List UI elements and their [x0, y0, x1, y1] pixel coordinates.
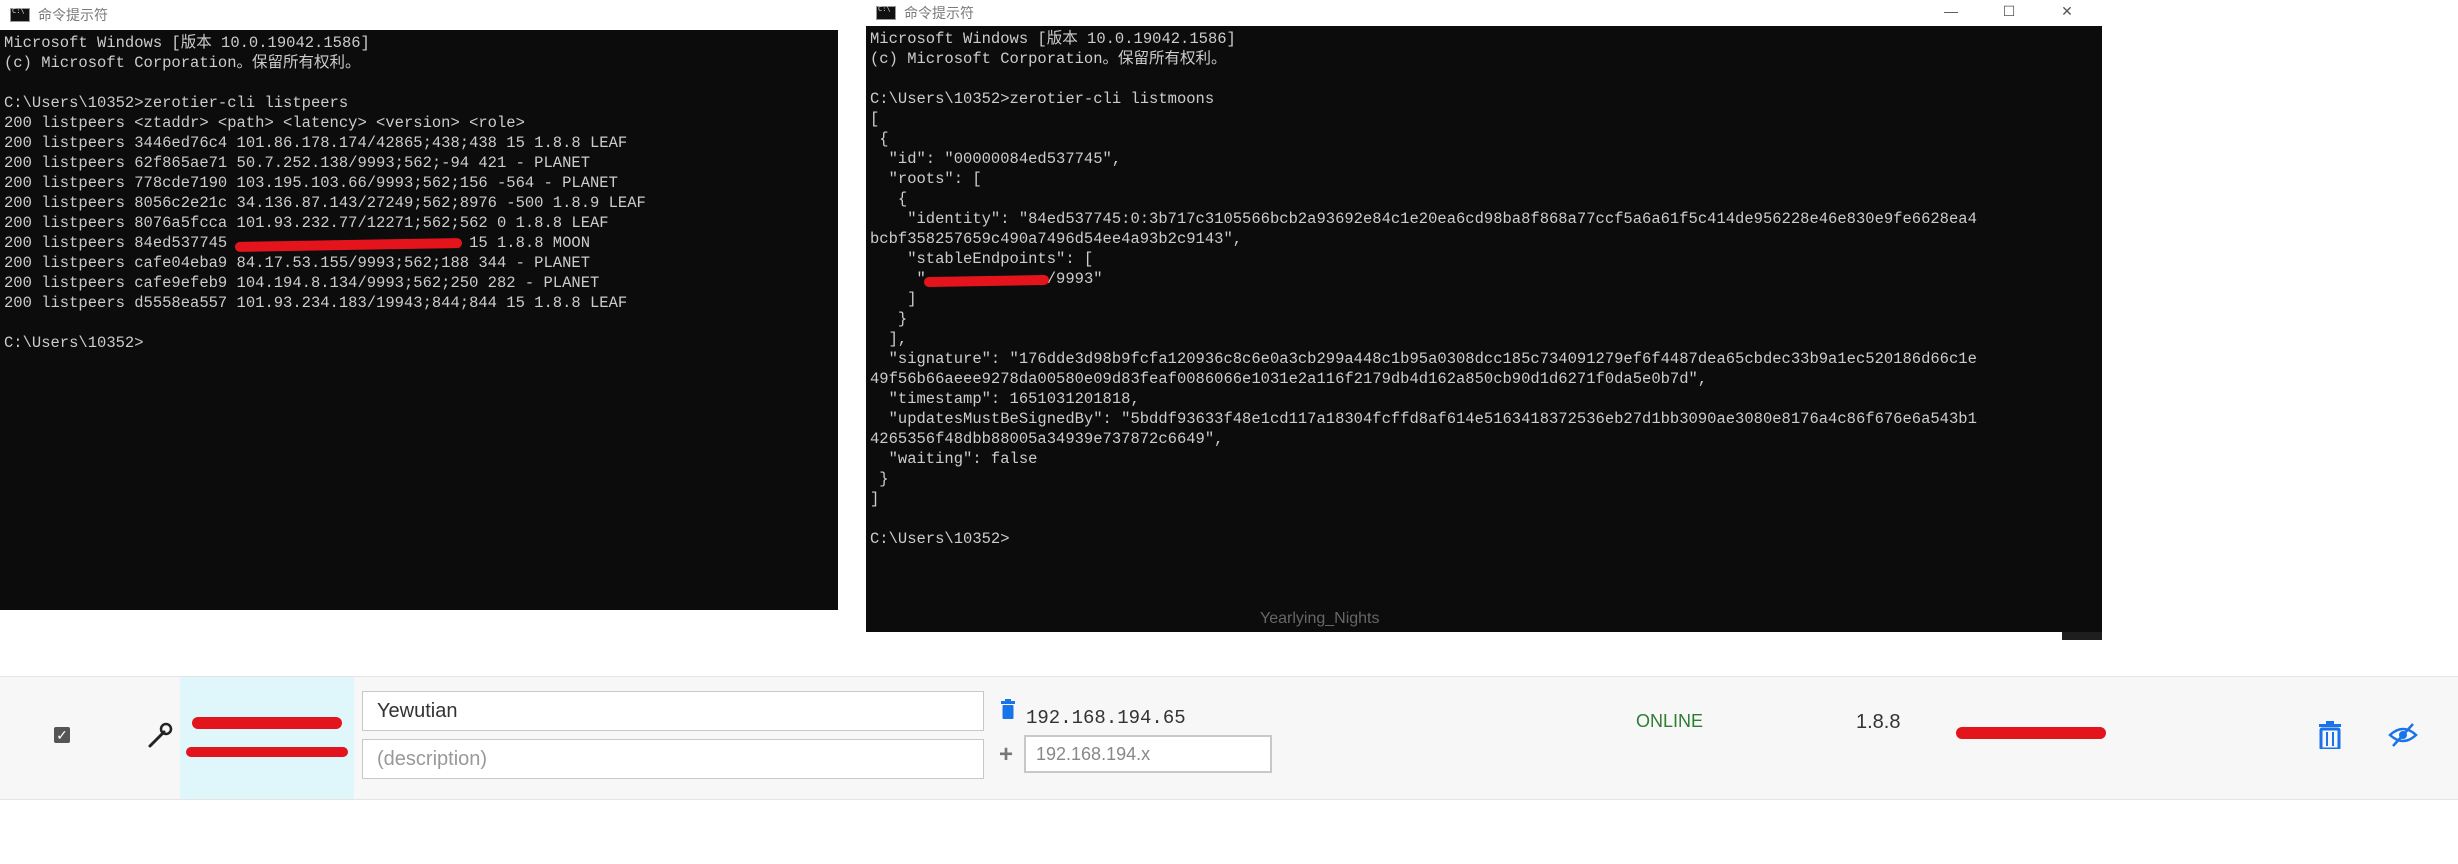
redaction-mark — [926, 270, 1047, 288]
member-name-value: Yewutian — [377, 699, 458, 722]
console-line: 200 listpeers cafe9efeb9 104.194.8.134/9… — [4, 274, 600, 292]
close-button[interactable]: ✕ — [2038, 0, 2096, 26]
console-line: "roots": [ — [870, 170, 982, 188]
background-page-text: Yearlying_Nights — [1210, 610, 2110, 640]
console-line: [ — [870, 110, 880, 128]
console-line: C:\Users\10352> — [4, 334, 144, 352]
minimize-button[interactable]: — — [1922, 0, 1980, 26]
console-line: "identity": "84ed537745:0:3b717c3105566b… — [870, 210, 1977, 228]
eye-slash-icon[interactable] — [2388, 721, 2418, 749]
console-line: ] — [870, 290, 917, 308]
console-line: } — [870, 310, 908, 328]
console-line: ], — [870, 330, 908, 348]
console-line: (c) Microsoft Corporation。保留所有权利。 — [4, 54, 361, 72]
console-line: ] — [870, 490, 880, 508]
console-output[interactable]: Microsoft Windows [版本 10.0.19042.1586] (c… — [866, 26, 2102, 632]
authorized-checkbox[interactable]: ✓ — [54, 727, 70, 743]
title-bar[interactable]: 命令提示符 — [0, 0, 838, 30]
console-line: C:\Users\10352> — [870, 530, 1010, 548]
console-line: C:\Users\10352>zerotier-cli listmoons — [870, 90, 1215, 108]
console-line: 200 listpeers <ztaddr> <path> <latency> … — [4, 114, 525, 132]
console-line: { — [870, 190, 908, 208]
console-line: "stableEndpoints": [ — [870, 250, 1094, 268]
console-line: 49f56b66aeee9278da00580e09d83feaf0086066… — [870, 370, 1708, 388]
console-line: "id": "00000084ed537745", — [870, 150, 1122, 168]
trash-icon[interactable] — [1000, 699, 1016, 719]
moon-line-tail: 15 1.8.8 MOON — [459, 234, 591, 252]
managed-ip: 192.168.194.65 — [1026, 707, 1186, 729]
console-line: bcbf358257659c490a7496d54ee4a93b2c9143", — [870, 230, 1243, 248]
ip-placeholder: 192.168.194.x — [1036, 743, 1151, 764]
window-title: 命令提示符 — [904, 5, 974, 21]
console-line: "updatesMustBeSignedBy": "5bddf93633f48e… — [870, 410, 1977, 428]
background-username: Yearlying_Nights — [1260, 610, 1380, 627]
console-line: { — [870, 130, 889, 148]
endpoint-tail: /9993" — [1046, 270, 1103, 288]
client-version: 1.8.8 — [1856, 711, 1901, 733]
console-line: Microsoft Windows [版本 10.0.19042.1586] — [4, 34, 370, 52]
window-title: 命令提示符 — [38, 7, 108, 23]
console-line: C:\Users\10352>zerotier-cli listpeers — [4, 94, 349, 112]
console-line: 200 listpeers 778cde7190 103.195.103.66/… — [4, 174, 618, 192]
member-name-input[interactable]: Yewutian — [362, 691, 984, 731]
console-line: 200 listpeers 84ed537745 15 1.8.8 MOON — [4, 234, 591, 252]
cmd-icon — [10, 7, 30, 22]
console-line: "waiting": false — [870, 450, 1038, 468]
console-line: 200 listpeers 62f865ae71 50.7.252.138/99… — [4, 154, 590, 172]
trash-icon[interactable] — [2318, 721, 2342, 749]
cmd-window-listmoons[interactable]: 命令提示符 — ☐ ✕ Microsoft Windows [版本 10.0.1… — [866, 0, 2102, 632]
console-line: 200 listpeers d5558ea557 101.93.234.183/… — [4, 294, 628, 312]
member-id-cell — [180, 677, 354, 799]
console-line: (c) Microsoft Corporation。保留所有权利。 — [870, 50, 1227, 68]
console-line: 200 listpeers cafe04eba9 84.17.53.155/99… — [4, 254, 590, 272]
redaction-mark — [192, 717, 342, 729]
title-bar[interactable]: 命令提示符 — [866, 0, 2102, 26]
console-line: " /9993" — [870, 270, 1103, 288]
redaction-mark — [186, 747, 348, 757]
maximize-button[interactable]: ☐ — [1980, 0, 2038, 26]
console-line: 4265356f48dbb88005a34939e737872c6649", — [870, 430, 1224, 448]
member-description-input[interactable]: (description) — [362, 739, 984, 779]
console-output[interactable]: Microsoft Windows [版本 10.0.19042.1586] (c… — [0, 30, 838, 610]
window-controls: — ☐ ✕ — [1922, 0, 2096, 26]
console-line: 200 listpeers 8056c2e21c 34.136.87.143/2… — [4, 194, 646, 212]
cmd-window-listpeers[interactable]: 命令提示符 Microsoft Windows [版本 10.0.19042.1… — [0, 0, 838, 610]
plus-icon[interactable]: + — [999, 741, 1013, 769]
physical-ip-redaction — [1956, 727, 2106, 739]
console-line: "timestamp": 1651031201818, — [870, 390, 1140, 408]
console-line: } — [870, 470, 889, 488]
console-line: Microsoft Windows [版本 10.0.19042.1586] — [870, 30, 1236, 48]
cmd-icon — [876, 5, 896, 20]
status-badge: ONLINE — [1636, 711, 1704, 731]
redaction-mark — [237, 234, 460, 252]
console-line: 200 listpeers 3446ed76c4 101.86.178.174/… — [4, 134, 628, 152]
member-row: ✓ Yewutian (description) 192.168.194.65 … — [0, 676, 2458, 800]
console-line: "signature": "176dde3d98b9fcfa120936c8c6… — [870, 350, 1977, 368]
description-placeholder: (description) — [377, 747, 488, 770]
console-line: 200 listpeers 8076a5fcca 101.93.232.77/1… — [4, 214, 609, 232]
add-ip-input[interactable]: 192.168.194.x — [1024, 735, 1272, 773]
wrench-icon[interactable] — [146, 721, 174, 749]
